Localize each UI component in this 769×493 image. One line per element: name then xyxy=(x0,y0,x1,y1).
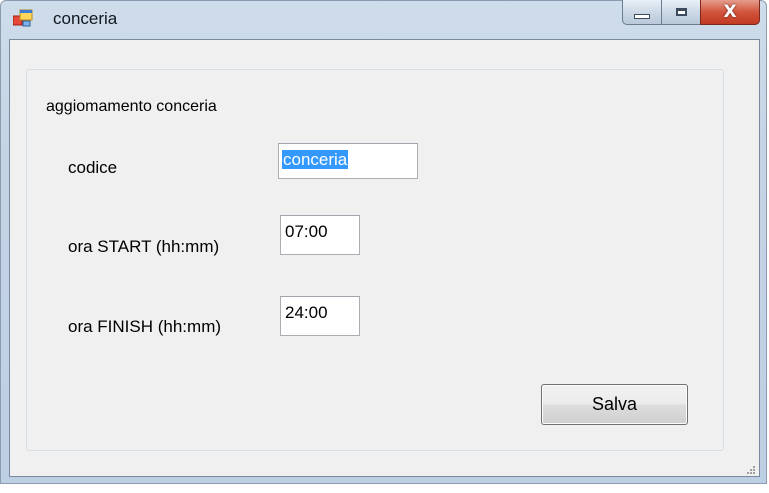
close-icon: X xyxy=(723,2,737,22)
form-icon[interactable] xyxy=(12,9,33,27)
ora-start-label: ora START (hh:mm) xyxy=(68,237,220,256)
ora-finish-label: ora FINISH (hh:mm) xyxy=(68,317,222,336)
maximize-icon xyxy=(675,8,687,16)
minimize-icon xyxy=(634,13,650,19)
window-title: conceria xyxy=(53,9,118,28)
codice-selected-value: conceria xyxy=(282,150,349,169)
minimize-button[interactable] xyxy=(622,0,662,25)
groupbox-title: aggiomamento conceria xyxy=(42,98,221,116)
close-button[interactable]: X xyxy=(700,0,760,25)
ora-finish-input[interactable]: 24:00 xyxy=(280,296,360,336)
title-bar[interactable]: conceria X xyxy=(1,0,766,39)
save-button-label: Salva xyxy=(591,394,638,414)
ora-start-input[interactable]: 07:00 xyxy=(280,215,360,255)
codice-input[interactable]: conceria xyxy=(278,143,418,179)
caption-buttons: X xyxy=(622,0,760,26)
ora-finish-value: 24:00 xyxy=(285,303,328,322)
ora-start-value: 07:00 xyxy=(285,222,328,241)
codice-label: codice xyxy=(68,158,118,177)
resize-grip-icon[interactable] xyxy=(745,461,755,474)
save-button[interactable]: Salva xyxy=(541,384,688,425)
maximize-button[interactable] xyxy=(661,0,701,25)
